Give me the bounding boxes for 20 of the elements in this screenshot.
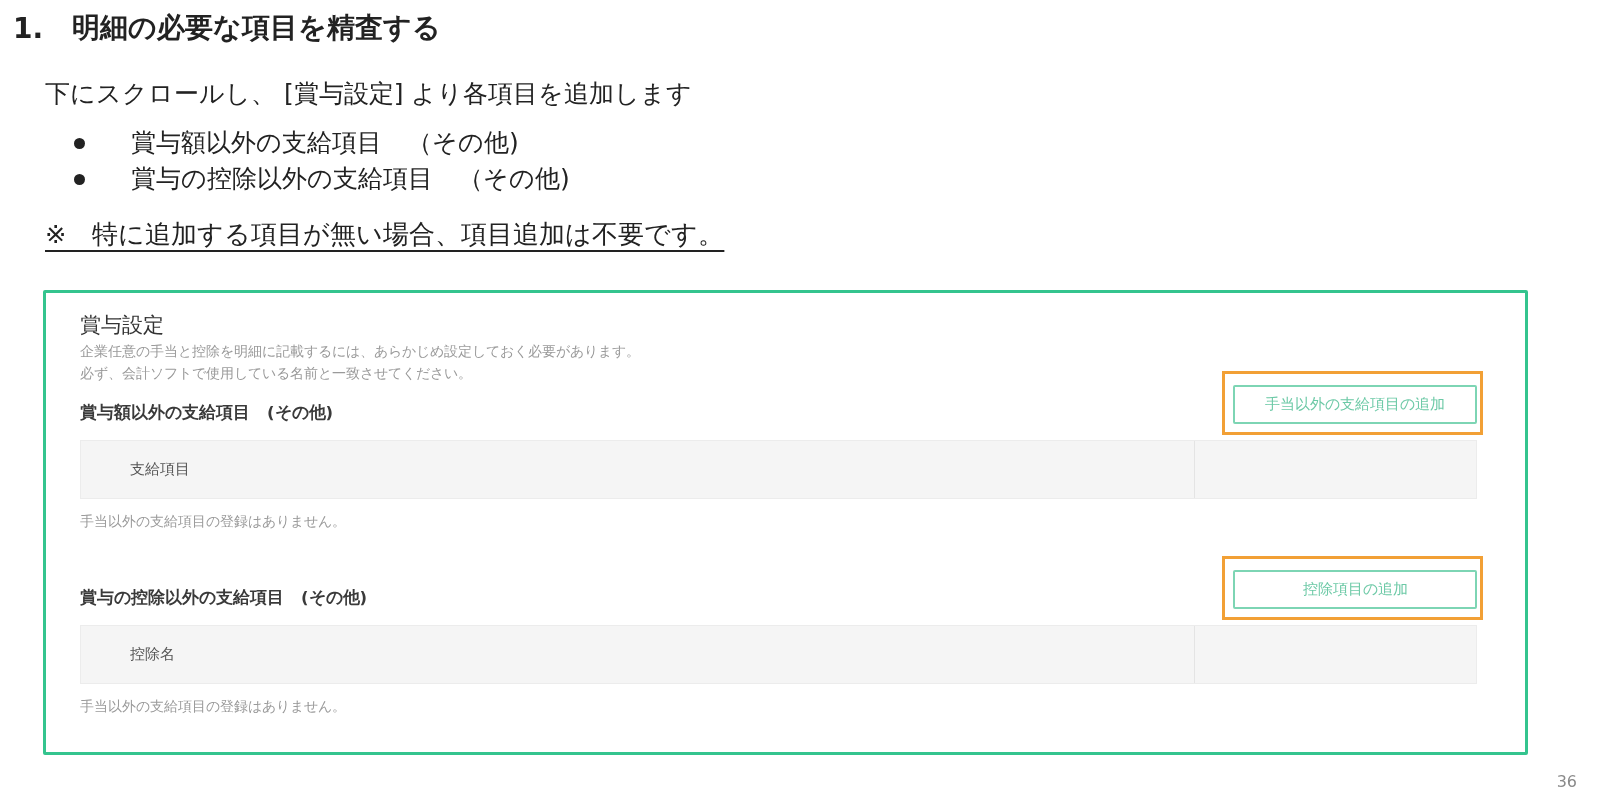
bullet-icon	[74, 173, 85, 185]
add-item-button[interactable]: 手当以外の支給項目の追加	[1233, 385, 1477, 424]
settings-title: 賞与設定	[80, 312, 164, 339]
column-header: 控除名	[129, 645, 176, 664]
add-item-button[interactable]: 控除項目の追加	[1233, 570, 1477, 609]
empty-message: 手当以外の支給項目の登録はありません。	[80, 512, 346, 531]
note-text: ※ 特に追加する項目が無い場合、項目追加は不要です。	[45, 218, 725, 251]
column-header: 支給項目	[129, 460, 191, 479]
intro-text: 下にスクロールし、 [賞与設定] より各項目を追加します	[45, 78, 693, 110]
heading-title: 明細の必要な項目を精査する	[72, 10, 441, 46]
description-text: 必ず、会計ソフトで使用している名前と一致させてください。	[80, 364, 472, 383]
section-heading: 賞与の控除以外の支給項目 (その他)	[80, 587, 368, 609]
bullet-icon	[74, 137, 85, 149]
section-heading: 賞与額以外の支給項目 (その他)	[80, 402, 334, 424]
bullet-text: 賞与額以外の支給項目 （その他)	[131, 127, 519, 159]
empty-message: 手当以外の支給項目の登録はありません。	[80, 697, 346, 716]
bullet-text: 賞与の控除以外の支給項目 （その他)	[131, 163, 570, 195]
heading-number: 1.	[13, 11, 45, 45]
description-text: 企業任意の手当と控除を明細に記載するには、あらかじめ設定しておく必要があります。	[80, 342, 640, 361]
page-number: 36	[1556, 772, 1577, 792]
